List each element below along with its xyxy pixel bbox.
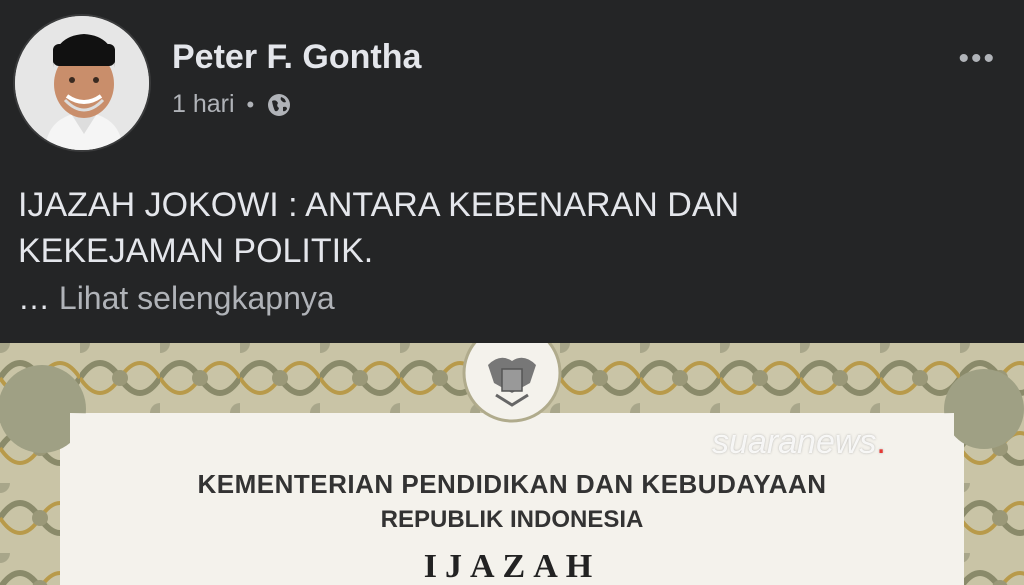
watermark-text: suaranews bbox=[712, 423, 877, 461]
post-time[interactable]: 1 hari bbox=[172, 90, 235, 119]
certificate-title: IJAZAH bbox=[423, 548, 601, 585]
post-text-line1: IJAZAH JOKOWI : ANTARA KEBENARAN DAN bbox=[18, 186, 740, 224]
avatar[interactable] bbox=[13, 14, 151, 152]
post-header: Peter F. Gontha 1 hari • ••• bbox=[0, 0, 1024, 160]
globe-icon bbox=[268, 93, 291, 116]
post-text-line2: KEKEJAMAN POLITIK. bbox=[18, 232, 374, 270]
meta-separator: • bbox=[246, 91, 255, 117]
post-meta: 1 hari • bbox=[172, 90, 292, 119]
certificate-issuer: KEMENTERIAN PENDIDIKAN DAN KEBUDAYAAN bbox=[197, 469, 827, 499]
post-image[interactable]: KEMENTERIAN PENDIDIKAN DAN KEBUDAYAAN RE… bbox=[0, 343, 1024, 585]
see-more-link[interactable]: Lihat selengkapnya bbox=[59, 280, 335, 316]
ellipsis: … bbox=[18, 280, 50, 316]
watermark: suaranews. bbox=[712, 423, 886, 462]
post-text: IJAZAH JOKOWI : ANTARA KEBENARAN DAN KEK… bbox=[18, 182, 998, 274]
facebook-post: Peter F. Gontha 1 hari • ••• IJAZAH JOKO… bbox=[0, 0, 1024, 585]
more-options-icon[interactable]: ••• bbox=[958, 42, 996, 76]
watermark-dot: . bbox=[876, 423, 886, 461]
see-more: … Lihat selengkapnya bbox=[18, 280, 335, 317]
avatar-portrait-icon bbox=[15, 16, 149, 150]
author-name[interactable]: Peter F. Gontha bbox=[172, 38, 421, 77]
certificate-country: REPUBLIK INDONESIA bbox=[380, 506, 644, 533]
